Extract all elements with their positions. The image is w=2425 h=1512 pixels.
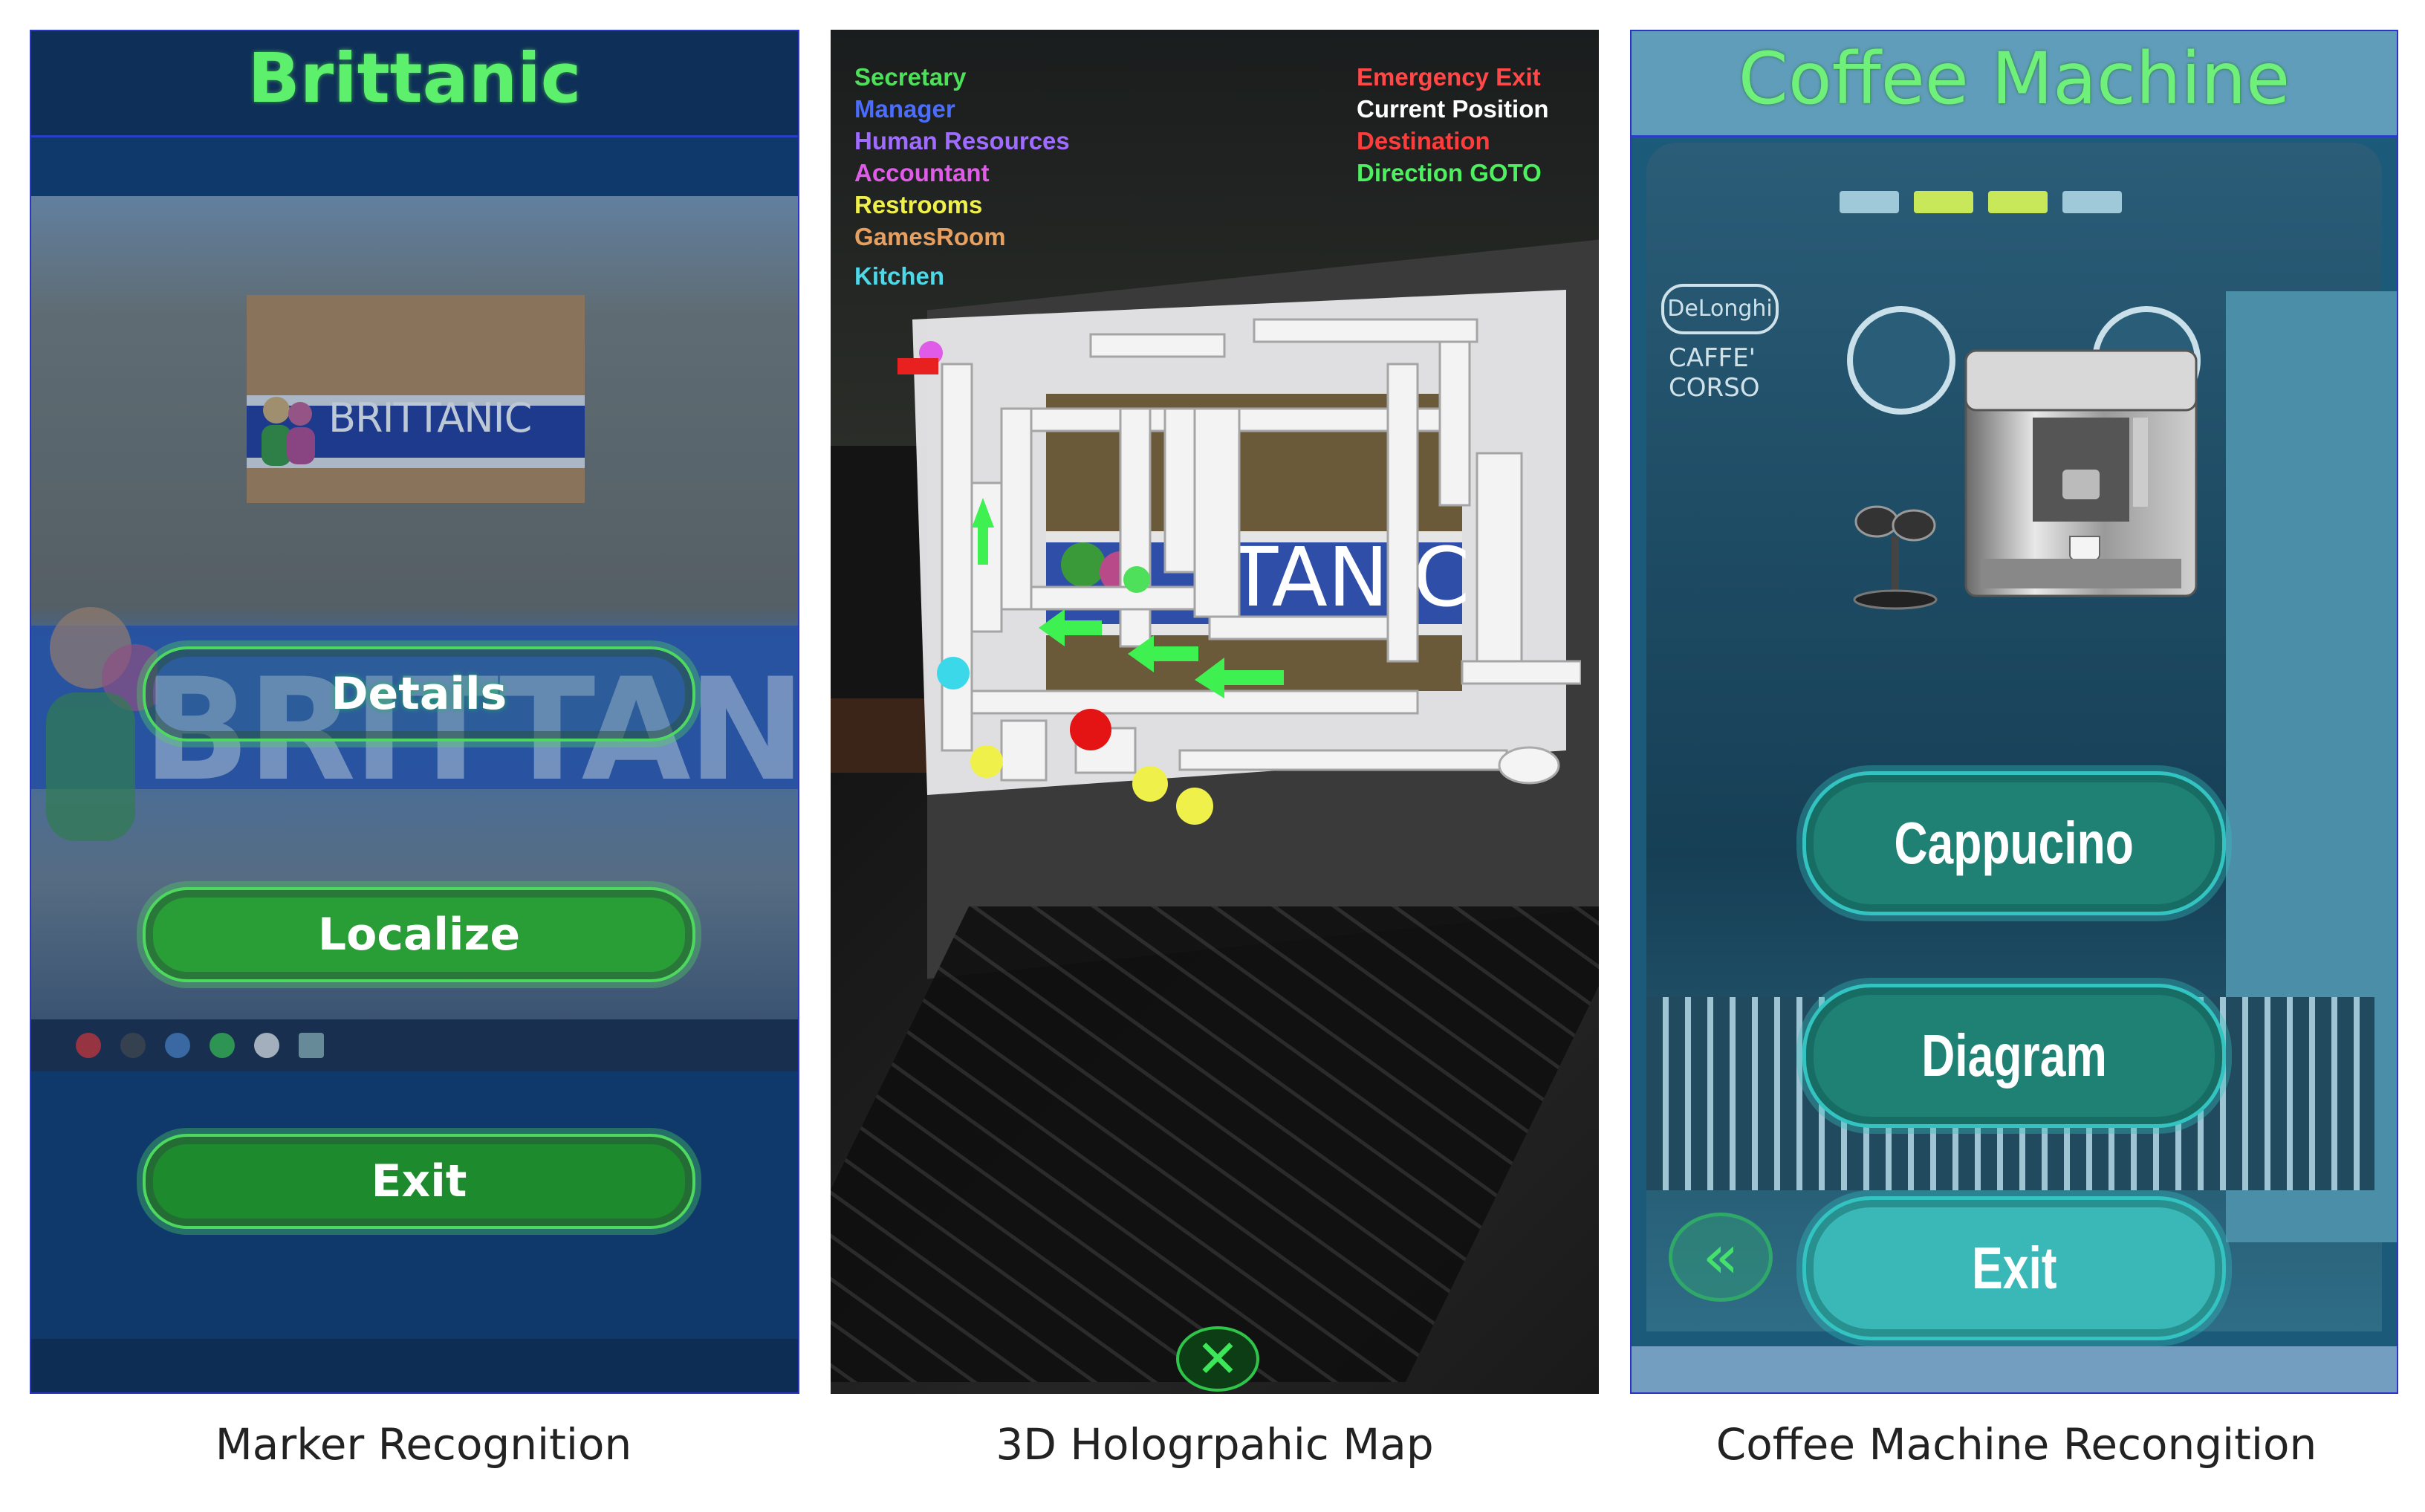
localize-button[interactable]: Localize bbox=[143, 887, 695, 982]
brand-line-1: CAFFE' bbox=[1669, 343, 1756, 373]
legend-item-accountant: Accountant bbox=[854, 159, 990, 186]
back-button[interactable]: « bbox=[1669, 1213, 1773, 1302]
legend-item-human-resources: Human Resources bbox=[854, 127, 1070, 155]
legend-item-gamesroom: GamesRoom bbox=[854, 223, 1006, 250]
caption-coffee-machine: Coffee Machine Recongition bbox=[1715, 1419, 2317, 1470]
holographic-map-screen: TANIC Secretary Manager Human Resources … bbox=[831, 30, 1599, 1394]
diagram-button[interactable]: Diagram bbox=[1802, 984, 2226, 1128]
exit-button[interactable]: Exit bbox=[143, 1134, 695, 1229]
machine-indicator bbox=[1988, 191, 2048, 213]
legend-item-restrooms: Restrooms bbox=[854, 191, 983, 218]
coffee-machine-screen: DeLonghi CAFFE' CORSO Coffee Machine Cap… bbox=[1630, 30, 2398, 1394]
details-button[interactable]: Details bbox=[143, 646, 695, 742]
cups-model bbox=[1853, 505, 1938, 610]
legend-item-direction-goto: Direction GOTO bbox=[1357, 159, 1542, 186]
marker-recognition-screen: BRITTANIC BRITTANIC Brittanic Details Lo… bbox=[30, 30, 799, 1394]
brand-caption: CAFFE' CORSO bbox=[1669, 343, 1759, 403]
cappuccino-button[interactable]: Cappucino bbox=[1802, 771, 2226, 915]
holographic-floor-map: TANIC bbox=[897, 290, 1581, 825]
double-chevron-left-icon: « bbox=[1702, 1222, 1739, 1291]
legend-item-kitchen: Kitchen bbox=[854, 262, 945, 290]
exit-label: Exit bbox=[1971, 1235, 2057, 1301]
brand-badge: DeLonghi bbox=[1661, 284, 1779, 334]
app-title: Coffee Machine bbox=[1738, 37, 2291, 120]
legend-right: Emergency Exit Current Position Destinat… bbox=[1357, 61, 1549, 189]
legend-left: Secretary Manager Human Resources Accoun… bbox=[854, 61, 1070, 292]
bottom-strip bbox=[1632, 1346, 2397, 1392]
cappuccino-label: Cappucino bbox=[1894, 810, 2135, 876]
close-x-icon: ✕ bbox=[1195, 1328, 1240, 1389]
caption-holographic-map: 3D Hologrpahic Map bbox=[996, 1419, 1434, 1470]
brand-line-2: CORSO bbox=[1669, 373, 1760, 403]
app-title: Brittanic bbox=[247, 39, 582, 118]
close-map-button[interactable]: ✕ bbox=[1176, 1326, 1259, 1392]
map-sign-text: TANIC bbox=[1227, 530, 1470, 625]
legend-item-secretary: Secretary bbox=[854, 63, 967, 91]
machine-knob bbox=[1847, 306, 1955, 415]
legend-item-manager: Manager bbox=[854, 95, 955, 123]
title-bar: Coffee Machine bbox=[1632, 31, 2397, 137]
legend-item-emergency-exit: Emergency Exit bbox=[1357, 63, 1541, 91]
legend-item-current-position: Current Position bbox=[1357, 95, 1549, 123]
legend-item-destination: Destination bbox=[1357, 127, 1490, 155]
coffee-machine-3d-model bbox=[1964, 349, 2198, 597]
caption-marker-recognition: Marker Recognition bbox=[215, 1419, 632, 1470]
machine-indicator bbox=[2062, 191, 2122, 213]
machine-indicator bbox=[1914, 191, 1973, 213]
title-bar: Brittanic bbox=[31, 31, 798, 137]
bottom-strip bbox=[31, 1339, 798, 1392]
exit-button[interactable]: Exit bbox=[1802, 1196, 2226, 1340]
machine-indicator bbox=[1840, 191, 1899, 213]
diagram-label: Diagram bbox=[1921, 1022, 2107, 1088]
